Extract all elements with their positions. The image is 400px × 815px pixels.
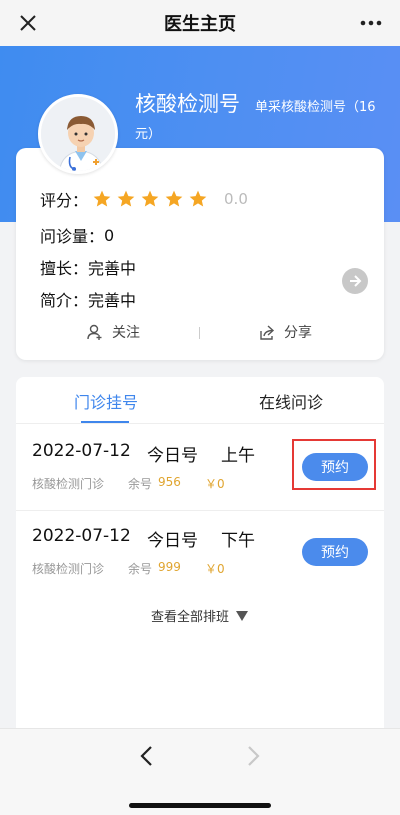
slot-period: 下午 (221, 531, 255, 551)
book-button[interactable]: 预约 (302, 453, 368, 481)
slot-type: 今日号 (147, 446, 198, 466)
slot-remaining-count: 956 (158, 475, 181, 489)
rating-row: 评分： 0.0 (40, 187, 248, 211)
follow-label: 关注 (112, 325, 140, 341)
slot-remaining-label: 余号 (128, 477, 153, 491)
intro-row: 简介： 完善中 (40, 287, 136, 311)
triangle-down-icon (236, 610, 248, 621)
title-bar: 医生主页 (0, 0, 400, 46)
specialty-value: 完善中 (88, 259, 137, 278)
slot-department: 核酸检测门诊 (32, 562, 105, 576)
doctor-subtitle-line2: 元） (135, 127, 162, 142)
doctor-subtitle: 单采核酸检测号（16 元） (135, 94, 393, 148)
intro-value: 完善中 (88, 291, 137, 310)
tab-bar: 门诊挂号 在线问诊 (16, 377, 384, 423)
view-all-schedule-button[interactable]: 查看全部排班 (16, 606, 384, 625)
consult-label: 问诊量： (40, 227, 105, 246)
slot-remaining-count: 999 (158, 560, 181, 574)
forward-arrow-icon[interactable] (243, 744, 263, 768)
doctor-subtitle-line1: 单采核酸检测号（16 (255, 100, 376, 115)
star-icon (93, 190, 111, 207)
home-indicator (129, 803, 271, 808)
back-arrow-icon[interactable] (137, 744, 157, 768)
slot-period: 上午 (221, 446, 255, 466)
slot-divider (16, 510, 384, 511)
follow-button[interactable]: 关注 (86, 322, 140, 342)
share-button[interactable]: 分享 (258, 322, 312, 342)
close-icon[interactable] (14, 9, 42, 37)
slot-department: 核酸检测门诊 (32, 477, 105, 491)
slot-meta: 核酸检测门诊 余号 999 ￥0 (32, 560, 225, 577)
slot-price: ￥0 (204, 477, 225, 491)
doctor-info-card (16, 148, 384, 360)
slot-remaining-label: 余号 (128, 562, 153, 576)
slot-price: ￥0 (204, 562, 225, 576)
star-icon (117, 190, 135, 207)
specialty-row: 擅长： 完善中 (40, 255, 136, 279)
specialty-label: 擅长： (40, 259, 89, 278)
browser-bottom-bar (0, 728, 400, 815)
action-divider (199, 327, 200, 339)
schedule-list: 2022-07-12 今日号 上午 核酸检测门诊 余号 956 ￥0 预约 20… (16, 423, 384, 728)
arrow-right-icon (350, 275, 362, 287)
rating-stars (92, 189, 208, 209)
rating-score: 0.0 (224, 190, 248, 208)
slot-meta: 核酸检测门诊 余号 956 ￥0 (32, 475, 225, 492)
intro-label: 简介： (40, 291, 89, 310)
more-dots-icon[interactable] (356, 9, 386, 37)
share-icon (260, 325, 275, 340)
slot-type: 今日号 (147, 531, 198, 551)
star-icon (189, 190, 207, 207)
avatar (38, 94, 118, 174)
slot-date: 2022-07-12 (32, 526, 131, 546)
profile-detail-button[interactable] (342, 268, 368, 294)
book-button[interactable]: 预约 (302, 538, 368, 566)
star-icon (141, 190, 159, 207)
slot-date: 2022-07-12 (32, 441, 131, 461)
view-all-label: 查看全部排班 (150, 610, 229, 625)
rating-label: 评分： (40, 191, 89, 210)
tab-clinic-registration[interactable]: 门诊挂号 (74, 389, 138, 413)
tab-online-consultation[interactable]: 在线问诊 (259, 389, 323, 413)
page-title: 医生主页 (164, 14, 236, 35)
consult-count-row: 问诊量： 0 (40, 223, 114, 247)
add-person-icon (87, 324, 102, 340)
consult-count: 0 (104, 225, 115, 245)
star-icon (165, 190, 183, 207)
share-label: 分享 (284, 325, 312, 341)
